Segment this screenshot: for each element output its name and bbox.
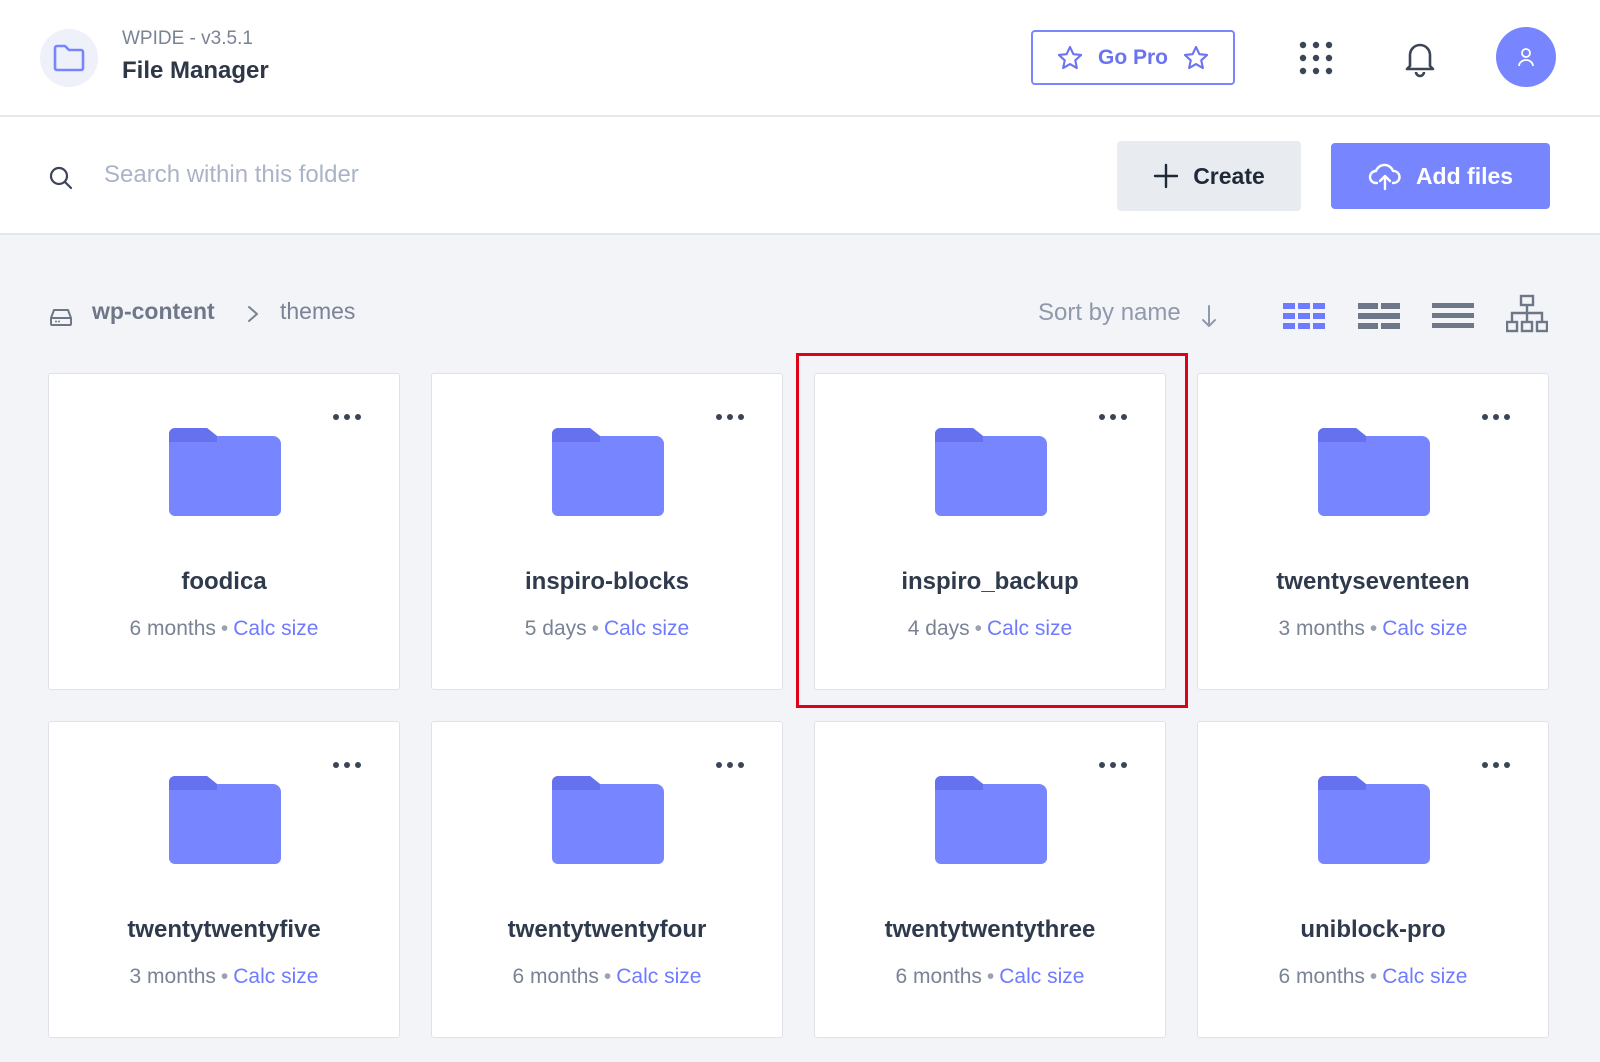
star-icon	[1057, 45, 1083, 69]
go-pro-button[interactable]: Go Pro	[1031, 30, 1235, 85]
search-icon	[49, 166, 73, 190]
separator-dot: •	[986, 965, 995, 988]
folder-card[interactable]: twentytwentyfour 6 months • Calc size	[431, 721, 783, 1038]
sort-dropdown[interactable]: Sort by name	[1038, 299, 1181, 327]
folder-card[interactable]: inspiro-blocks 5 days • Calc size	[431, 373, 783, 690]
user-avatar[interactable]	[1496, 27, 1556, 87]
cloud-upload-icon	[1368, 163, 1401, 191]
app-title: File Manager	[122, 57, 269, 84]
folder-icon	[1318, 428, 1430, 516]
separator-dot: •	[1369, 617, 1378, 640]
folder-icon	[935, 776, 1047, 864]
folder-name: twentyseventeen	[1276, 568, 1470, 595]
modified-time: 4 days	[907, 617, 970, 640]
calc-size-link[interactable]: Calc size	[233, 617, 318, 640]
folder-icon	[552, 776, 664, 864]
folder-card[interactable]: twentytwentyfive 3 months • Calc size	[48, 721, 400, 1038]
folder-meta: 3 months • Calc size	[1198, 617, 1548, 641]
more-options-icon[interactable]	[714, 410, 746, 424]
calc-size-link[interactable]: Calc size	[1382, 617, 1467, 640]
separator-dot: •	[974, 617, 983, 640]
folder-name: uniblock-pro	[1300, 916, 1446, 943]
folder-meta: 4 days • Calc size	[815, 617, 1165, 641]
modified-time: 3 months	[1278, 617, 1365, 640]
folder-name: inspiro_backup	[901, 568, 1079, 595]
calc-size-link[interactable]: Calc size	[233, 965, 318, 988]
add-files-label: Add files	[1415, 162, 1514, 189]
folder-meta: 5 days • Calc size	[432, 617, 782, 641]
app-version: WPIDE - v3.5.1	[122, 28, 253, 49]
star-icon	[1183, 45, 1209, 69]
go-pro-label: Go Pro	[1097, 45, 1168, 69]
folder-name: twentytwentythree	[884, 916, 1096, 943]
folder-name: twentytwentyfour	[507, 916, 707, 943]
folder-meta: 6 months • Calc size	[432, 965, 782, 989]
folder-card[interactable]: inspiro_backup 4 days • Calc size	[814, 373, 1166, 690]
plus-icon	[1153, 163, 1179, 189]
add-files-button[interactable]: Add files	[1331, 143, 1550, 209]
modified-time: 5 days	[524, 617, 587, 640]
calc-size-link[interactable]: Calc size	[616, 965, 701, 988]
calc-size-link[interactable]: Calc size	[987, 617, 1072, 640]
tree-view-icon[interactable]	[1506, 294, 1548, 334]
separator-dot: •	[1369, 965, 1378, 988]
folder-meta: 6 months • Calc size	[815, 965, 1165, 989]
more-options-icon[interactable]	[1480, 410, 1512, 424]
app-header: WPIDE - v3.5.1 File Manager Go Pro	[0, 0, 1600, 117]
grid-view-icon[interactable]	[1283, 300, 1325, 332]
more-options-icon[interactable]	[331, 758, 363, 772]
folder-meta: 6 months • Calc size	[1198, 965, 1548, 989]
modified-time: 3 months	[129, 965, 216, 988]
separator-dot: •	[603, 965, 612, 988]
breadcrumb-item-wp-content[interactable]: wp-content	[92, 298, 215, 325]
modified-time: 6 months	[512, 965, 599, 988]
folder-name: inspiro-blocks	[524, 568, 690, 595]
folder-icon	[1318, 776, 1430, 864]
folder-card[interactable]: foodica 6 months • Calc size	[48, 373, 400, 690]
separator-dot: •	[220, 965, 229, 988]
bell-icon[interactable]	[1400, 38, 1440, 78]
modified-time: 6 months	[129, 617, 216, 640]
more-options-icon[interactable]	[1097, 410, 1129, 424]
search-input[interactable]	[104, 153, 704, 197]
modified-time: 6 months	[1278, 965, 1365, 988]
drive-icon	[50, 309, 72, 326]
compact-list-view-icon[interactable]	[1358, 300, 1400, 332]
modified-time: 6 months	[895, 965, 982, 988]
more-options-icon[interactable]	[331, 410, 363, 424]
folder-icon	[552, 428, 664, 516]
create-button[interactable]: Create	[1117, 141, 1301, 211]
more-options-icon[interactable]	[1480, 758, 1512, 772]
folder-icon	[169, 428, 281, 516]
folder-name: twentytwentyfive	[127, 916, 321, 943]
folder-card[interactable]: uniblock-pro 6 months • Calc size	[1197, 721, 1549, 1038]
folder-meta: 6 months • Calc size	[49, 617, 399, 641]
folder-card[interactable]: twentytwentythree 6 months • Calc size	[814, 721, 1166, 1038]
arrow-down-icon[interactable]	[1200, 302, 1218, 330]
more-options-icon[interactable]	[1097, 758, 1129, 772]
list-view-icon[interactable]	[1432, 300, 1474, 332]
calc-size-link[interactable]: Calc size	[1382, 965, 1467, 988]
folder-icon	[935, 428, 1047, 516]
separator-dot: •	[591, 617, 600, 640]
separator-dot: •	[220, 617, 229, 640]
chevron-right-icon	[248, 306, 258, 322]
breadcrumb-item-themes[interactable]: themes	[280, 298, 355, 325]
folder-name: foodica	[181, 568, 267, 595]
folder-meta: 3 months • Calc size	[49, 965, 399, 989]
folder-logo-icon	[40, 29, 98, 87]
user-icon	[1518, 48, 1534, 67]
calc-size-link[interactable]: Calc size	[999, 965, 1084, 988]
more-options-icon[interactable]	[714, 758, 746, 772]
folder-card[interactable]: twentyseventeen 3 months • Calc size	[1197, 373, 1549, 690]
create-label: Create	[1193, 162, 1265, 189]
calc-size-link[interactable]: Calc size	[604, 617, 689, 640]
apps-grid-icon[interactable]	[1298, 40, 1334, 76]
folder-icon	[169, 776, 281, 864]
